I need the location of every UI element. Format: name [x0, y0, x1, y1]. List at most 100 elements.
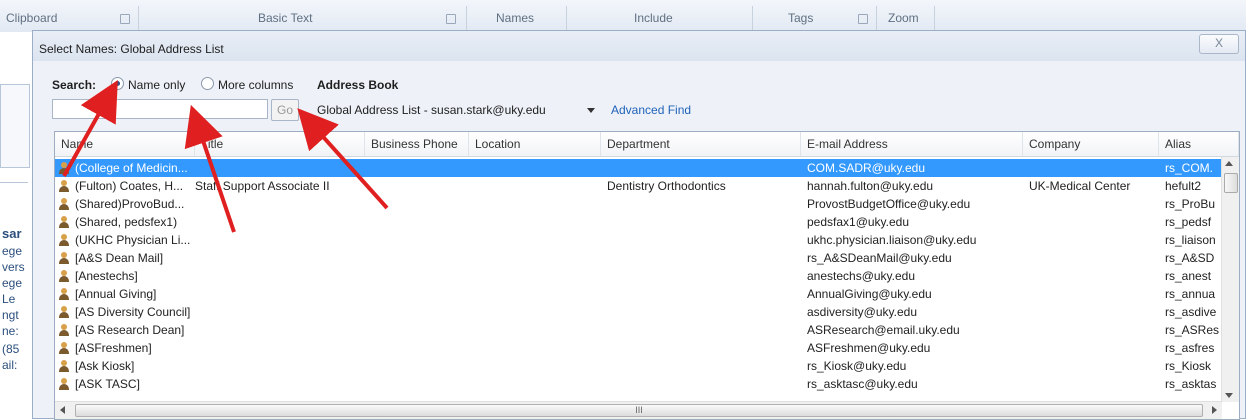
table-row[interactable]: (College of Medicin... COM.SADR@uky.edu rs… [55, 159, 1221, 177]
scroll-right-icon[interactable] [1212, 406, 1217, 414]
cell-alias: rs_asdive [1165, 305, 1217, 319]
cell-company [1029, 321, 1157, 339]
cell-department: Dentistry Orthodontics [607, 179, 726, 193]
more-columns-label[interactable]: More columns [218, 78, 293, 92]
cell-phone [371, 285, 467, 303]
cell-company [1029, 213, 1157, 231]
ribbon-separator [876, 6, 877, 30]
horizontal-scrollbar[interactable]: III [55, 401, 1222, 419]
cell-phone [371, 339, 467, 357]
column-header-title[interactable]: Title [195, 132, 365, 156]
cell-title [195, 285, 363, 303]
more-columns-radio[interactable] [201, 77, 214, 90]
person-icon [59, 324, 69, 336]
cell-title: Staff Support Associate II [195, 179, 330, 193]
column-header-location[interactable]: Location [469, 132, 601, 156]
cell-name: [Ask Kiosk] [75, 359, 135, 373]
table-row[interactable]: [A&S Dean Mail] rs_A&SDeanMail@uky.edu rs_… [55, 249, 1221, 267]
scroll-left-icon[interactable] [60, 406, 65, 414]
cell-location [475, 195, 599, 213]
cell-email: ASFreshmen@uky.edu [807, 341, 931, 355]
cell-location [475, 177, 599, 195]
ribbon-group-clipboard: Clipboard [6, 11, 58, 25]
table-row[interactable]: [AS Diversity Council] asdiversity@uky.ed… [55, 303, 1221, 321]
person-icon [59, 360, 69, 372]
table-row[interactable]: [ASFreshmen] ASFreshmen@uky.edu rs_asfres [55, 339, 1221, 357]
background-divider [0, 182, 28, 203]
cell-phone [371, 375, 467, 393]
dialog-titlebar[interactable]: Select Names: Global Address List X [33, 31, 1245, 61]
cell-name: [ASFreshmen] [75, 341, 152, 355]
dropdown-arrow-icon[interactable] [587, 108, 595, 113]
background-text: ege [2, 276, 23, 290]
cell-alias: rs_asktas [1165, 377, 1217, 391]
table-row[interactable]: (Shared)ProvoBud... ProvostBudgetOffice@u… [55, 195, 1221, 213]
person-icon [59, 270, 69, 282]
background-text: ngt [2, 308, 19, 322]
column-header-department[interactable]: Department [601, 132, 801, 156]
table-row[interactable]: [Anestechs] anestechs@uky.edu rs_anest [55, 267, 1221, 285]
cell-alias: rs_ASRes [1165, 323, 1220, 337]
grid-header: Name Title Business Phone Location Depar… [55, 132, 1239, 157]
dialog-launcher-icon[interactable] [120, 14, 130, 24]
cell-title [195, 159, 363, 177]
cell-name: [AS Research Dean] [75, 323, 185, 337]
cell-title [195, 249, 363, 267]
scroll-up-icon[interactable] [1225, 161, 1233, 166]
cell-name: (Shared)ProvoBud... [75, 197, 185, 211]
cell-location [475, 357, 599, 375]
cell-company [1029, 375, 1157, 393]
table-row[interactable]: [AS Research Dean] ASResearch@email.uky.e… [55, 321, 1221, 339]
cell-location [475, 375, 599, 393]
table-row[interactable]: (UKHC Physician Li... ukhc.physician.liai… [55, 231, 1221, 249]
advanced-find-link[interactable]: Advanced Find [611, 103, 691, 117]
cell-alias: rs_A&SD [1165, 251, 1215, 265]
cell-alias: rs_COM. [1165, 161, 1213, 175]
table-row[interactable]: [ASK TASC] rs_asktasc@uky.edu rs_asktas [55, 375, 1221, 393]
address-book-label: Address Book [317, 78, 399, 92]
name-only-label[interactable]: Name only [128, 78, 185, 92]
search-input[interactable] [52, 99, 268, 119]
close-button[interactable]: X [1199, 34, 1239, 54]
cell-phone [371, 267, 467, 285]
cell-department [607, 159, 799, 177]
cell-name: (UKHC Physician Li... [75, 233, 191, 247]
horizontal-scroll-thumb[interactable]: III [75, 404, 1203, 417]
address-book-select[interactable]: Global Address List - susan.stark@uky.ed… [317, 100, 595, 120]
cell-department [607, 303, 799, 321]
cell-company [1029, 285, 1157, 303]
column-header-name[interactable]: Name [55, 132, 195, 156]
go-button[interactable]: Go [271, 99, 299, 121]
vertical-scroll-thumb[interactable] [1224, 173, 1238, 193]
column-header-email[interactable]: E-mail Address [801, 132, 1023, 156]
cell-department [607, 267, 799, 285]
ribbon: Clipboard Basic Text Names Include Tags … [0, 0, 1246, 33]
table-row[interactable]: [Annual Giving] AnnualGiving@uky.edu rs_an… [55, 285, 1221, 303]
cell-email: anestechs@uky.edu [807, 269, 916, 283]
column-header-alias[interactable]: Alias [1159, 132, 1239, 156]
dialog-launcher-icon[interactable] [858, 14, 868, 24]
cell-title [195, 321, 363, 339]
cell-phone [371, 177, 467, 195]
column-header-business-phone[interactable]: Business Phone [365, 132, 469, 156]
cell-location [475, 267, 599, 285]
name-only-radio[interactable] [111, 77, 124, 90]
dialog-title: Select Names: Global Address List [39, 42, 224, 56]
scroll-down-icon[interactable] [1225, 393, 1233, 398]
cell-location [475, 249, 599, 267]
person-icon [59, 306, 69, 318]
cell-department [607, 357, 799, 375]
table-row[interactable]: (Shared, pedsfex1) pedsfax1@uky.edu rs_ped… [55, 213, 1221, 231]
cell-phone [371, 195, 467, 213]
cell-company [1029, 159, 1157, 177]
table-row[interactable]: [Ask Kiosk] rs_Kiosk@uky.edu rs_Kiosk [55, 357, 1221, 375]
cell-email: ProvostBudgetOffice@uky.edu [807, 197, 971, 211]
vertical-scrollbar[interactable] [1221, 157, 1239, 402]
cell-company [1029, 195, 1157, 213]
cell-alias: rs_ProBu [1165, 197, 1216, 211]
person-icon [59, 234, 69, 246]
table-row[interactable]: (Fulton) Coates, H... Staff Support Assoc… [55, 177, 1221, 195]
column-header-company[interactable]: Company [1023, 132, 1159, 156]
dialog-launcher-icon[interactable] [446, 14, 456, 24]
ribbon-group-names: Names [496, 11, 535, 25]
